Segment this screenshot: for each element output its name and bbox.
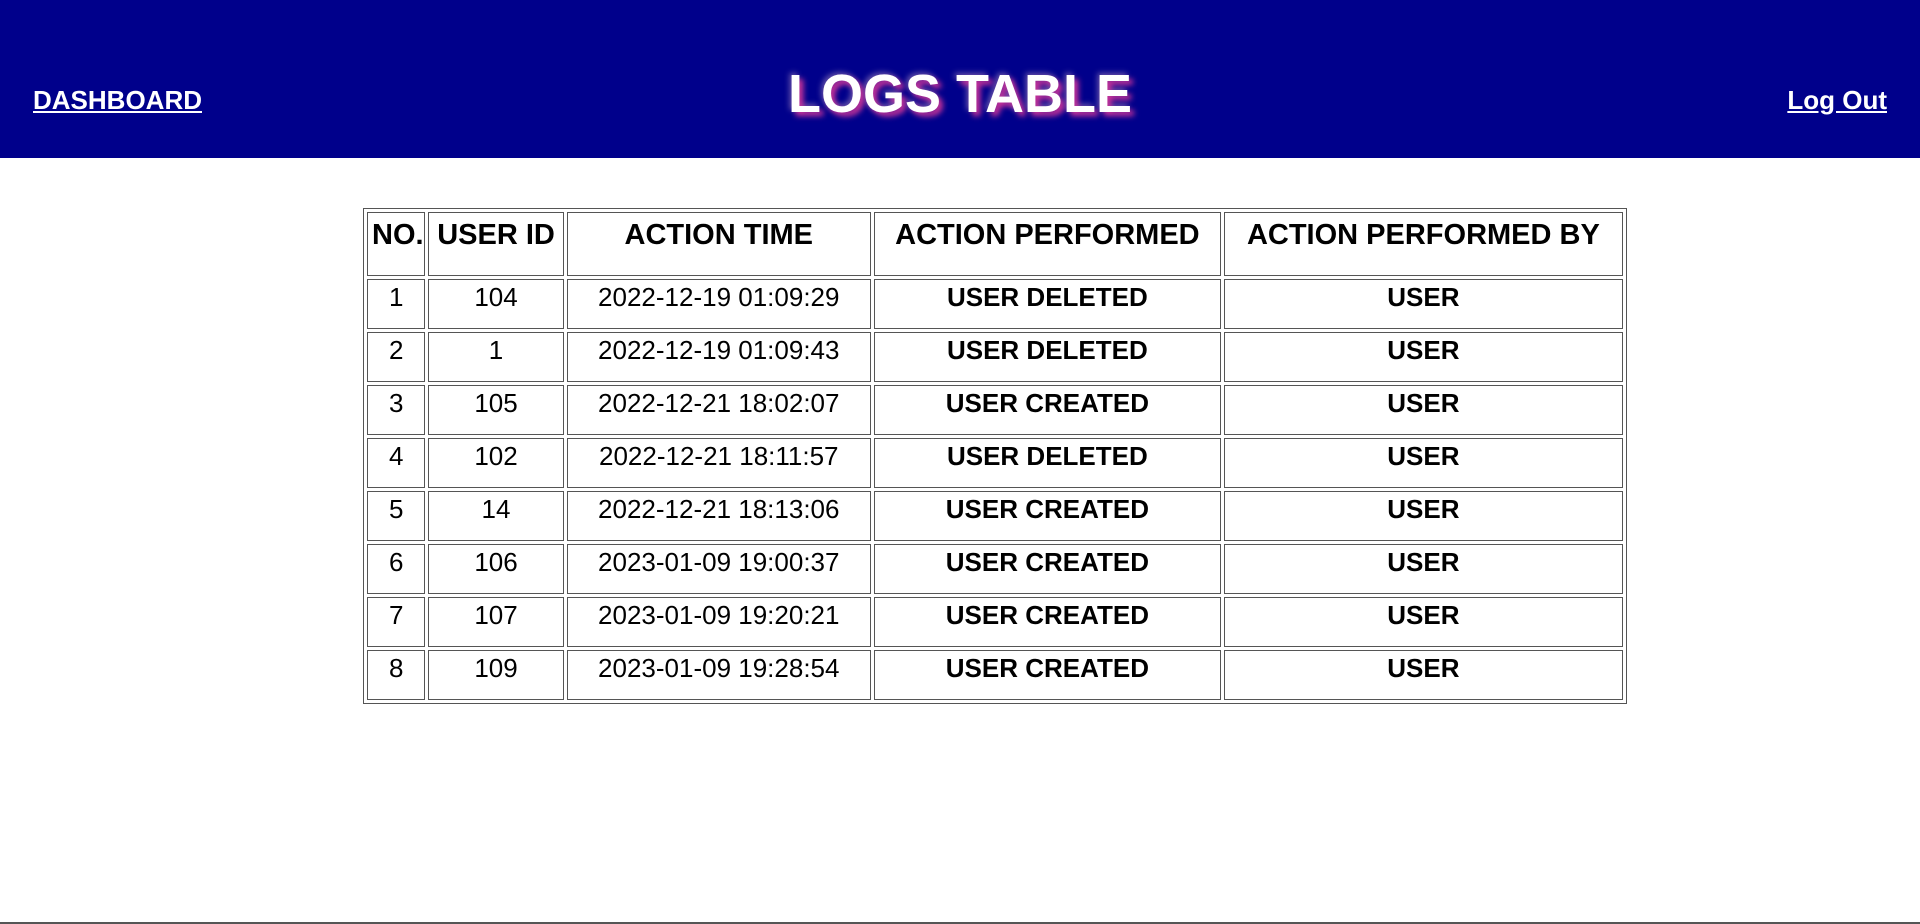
table-row: 4 102 2022-12-21 18:11:57 USER DELETED U…	[367, 438, 1623, 488]
cell-action-time: 2023-01-09 19:28:54	[566, 650, 871, 700]
table-row: 3 105 2022-12-21 18:02:07 USER CREATED U…	[367, 385, 1623, 435]
table-row: 7 107 2023-01-09 19:20:21 USER CREATED U…	[367, 597, 1623, 647]
cell-action-performed: USER CREATED	[873, 385, 1221, 435]
cell-action-time: 2022-12-21 18:13:06	[566, 491, 871, 541]
cell-action-performed: USER CREATED	[873, 544, 1221, 594]
cell-action-performed-by: USER	[1223, 279, 1623, 329]
logs-table-container: NO. USER ID ACTION TIME ACTION PERFORMED…	[363, 208, 1627, 704]
cell-action-performed-by: USER	[1223, 544, 1623, 594]
cell-action-performed: USER DELETED	[873, 279, 1221, 329]
cell-action-performed: USER DELETED	[873, 332, 1221, 382]
logout-link[interactable]: Log Out	[1787, 85, 1887, 116]
cell-action-time: 2023-01-09 19:20:21	[566, 597, 871, 647]
cell-action-time: 2022-12-21 18:11:57	[566, 438, 871, 488]
cell-action-performed-by: USER	[1223, 597, 1623, 647]
cell-user-id: 1	[428, 332, 564, 382]
table-row: 2 1 2022-12-19 01:09:43 USER DELETED USE…	[367, 332, 1623, 382]
cell-action-performed: USER CREATED	[873, 491, 1221, 541]
cell-user-id: 109	[428, 650, 564, 700]
header-bar: DASHBOARD LOGS TABLE Log Out	[0, 0, 1920, 158]
cell-user-id: 105	[428, 385, 564, 435]
cell-action-performed-by: USER	[1223, 438, 1623, 488]
column-header-user-id: USER ID	[428, 212, 564, 276]
cell-user-id: 102	[428, 438, 564, 488]
cell-action-time: 2023-01-09 19:00:37	[566, 544, 871, 594]
cell-action-time: 2022-12-21 18:02:07	[566, 385, 871, 435]
cell-action-time: 2022-12-19 01:09:43	[566, 332, 871, 382]
cell-action-performed-by: USER	[1223, 332, 1623, 382]
cell-action-performed-by: USER	[1223, 385, 1623, 435]
cell-user-id: 106	[428, 544, 564, 594]
table-row: 5 14 2022-12-21 18:13:06 USER CREATED US…	[367, 491, 1623, 541]
cell-action-performed: USER CREATED	[873, 650, 1221, 700]
table-header-row: NO. USER ID ACTION TIME ACTION PERFORMED…	[367, 212, 1623, 276]
column-header-action-time: ACTION TIME	[566, 212, 871, 276]
column-header-action-performed-by: ACTION PERFORMED BY	[1223, 212, 1623, 276]
cell-action-performed-by: USER	[1223, 491, 1623, 541]
table-row: 8 109 2023-01-09 19:28:54 USER CREATED U…	[367, 650, 1623, 700]
cell-no: 7	[367, 597, 426, 647]
cell-action-time: 2022-12-19 01:09:29	[566, 279, 871, 329]
cell-no: 4	[367, 438, 426, 488]
cell-user-id: 104	[428, 279, 564, 329]
logs-table: NO. USER ID ACTION TIME ACTION PERFORMED…	[363, 208, 1627, 704]
table-row: 1 104 2022-12-19 01:09:29 USER DELETED U…	[367, 279, 1623, 329]
cell-no: 8	[367, 650, 426, 700]
column-header-no: NO.	[367, 212, 426, 276]
column-header-action-performed: ACTION PERFORMED	[873, 212, 1221, 276]
table-row: 6 106 2023-01-09 19:00:37 USER CREATED U…	[367, 544, 1623, 594]
cell-action-performed: USER CREATED	[873, 597, 1221, 647]
cell-no: 6	[367, 544, 426, 594]
cell-no: 3	[367, 385, 426, 435]
cell-no: 5	[367, 491, 426, 541]
cell-user-id: 107	[428, 597, 564, 647]
cell-action-performed: USER DELETED	[873, 438, 1221, 488]
cell-no: 1	[367, 279, 426, 329]
page-title: LOGS TABLE	[788, 64, 1132, 124]
cell-user-id: 14	[428, 491, 564, 541]
cell-action-performed-by: USER	[1223, 650, 1623, 700]
cell-no: 2	[367, 332, 426, 382]
